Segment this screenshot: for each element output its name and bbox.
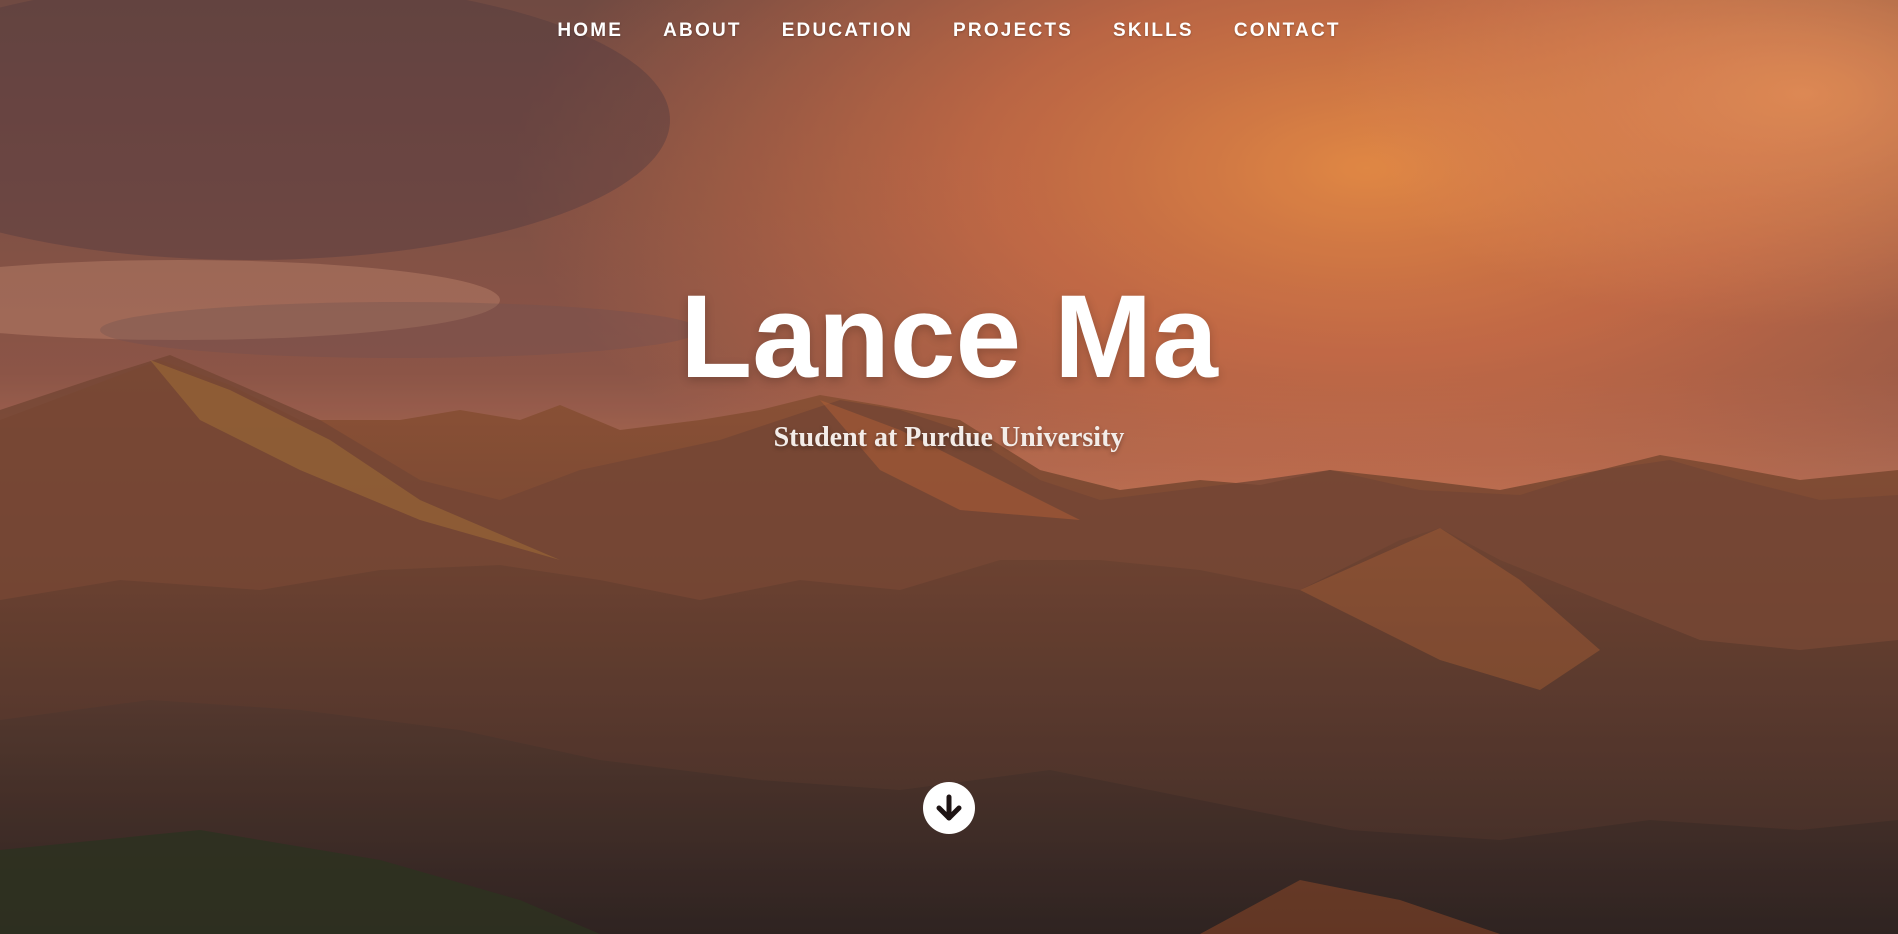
nav-link-education[interactable]: EDUCATION [762, 20, 933, 42]
hero-name-heading: Lance Ma [680, 271, 1218, 403]
nav-link-projects[interactable]: PROJECTS [933, 20, 1093, 42]
hero-section: HOME ABOUT EDUCATION PROJECTS SKILLS CON… [0, 0, 1898, 934]
main-nav: HOME ABOUT EDUCATION PROJECTS SKILLS CON… [0, 0, 1898, 62]
nav-link-contact[interactable]: CONTACT [1214, 20, 1361, 42]
nav-link-skills[interactable]: SKILLS [1093, 20, 1214, 42]
nav-link-about[interactable]: ABOUT [643, 20, 762, 42]
scroll-down-button[interactable] [923, 782, 975, 834]
arrow-down-icon [936, 794, 962, 821]
nav-link-home[interactable]: HOME [537, 20, 643, 42]
hero-tagline: Student at Purdue University [773, 422, 1125, 453]
